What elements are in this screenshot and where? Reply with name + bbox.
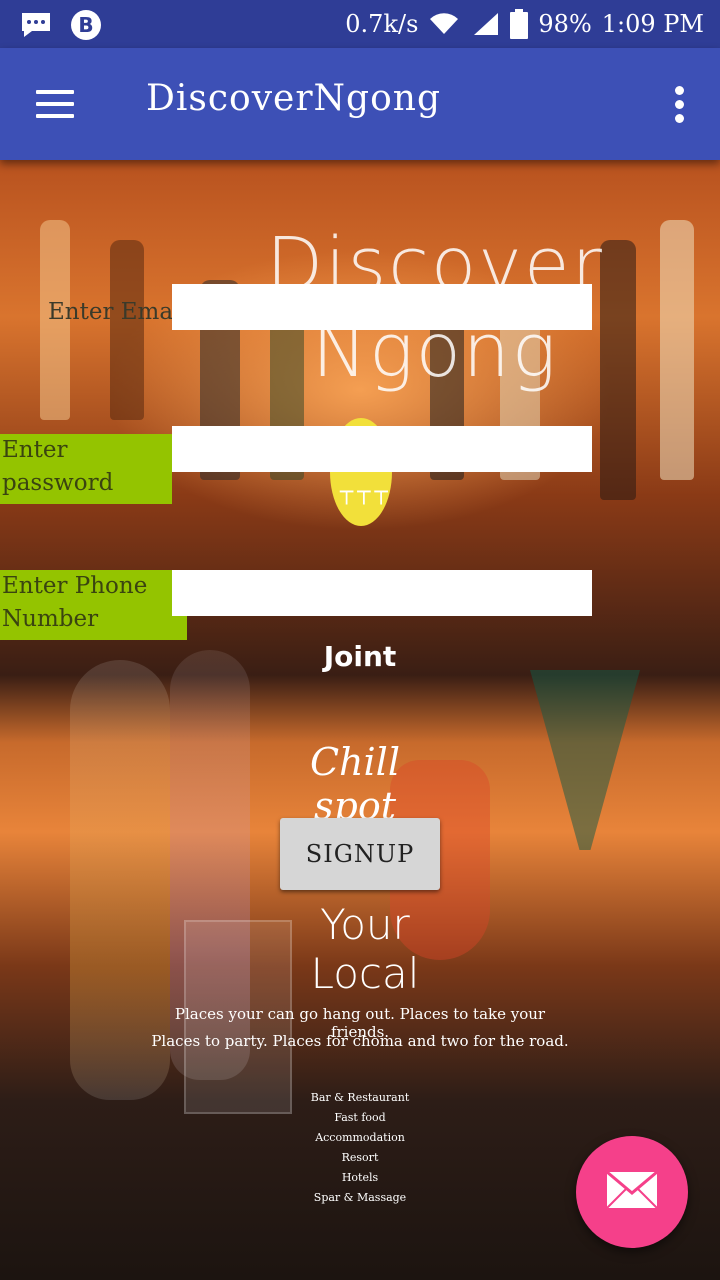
more-vert-icon[interactable]	[670, 84, 690, 124]
phone-label-line1: Enter Phone	[2, 573, 148, 599]
messages-icon	[20, 11, 52, 39]
email-icon	[606, 1170, 658, 1213]
email-fab-button[interactable]	[576, 1136, 688, 1248]
wifi-icon	[428, 12, 460, 36]
martini-glass	[530, 670, 640, 850]
email-field[interactable]	[172, 284, 592, 330]
email-label: Enter Ema	[48, 299, 174, 325]
clock: 1:09 PM	[601, 10, 704, 38]
status-bar: B 0.7k/s 98% 1:09 PM	[0, 0, 720, 48]
app-title: DiscoverNgong	[146, 78, 441, 119]
svg-text:B: B	[78, 13, 93, 37]
password-label-line1: Enter	[2, 437, 68, 463]
service-item: Hotels	[341, 1171, 379, 1184]
poster-services: Bar & Restaurant Fast food Accommodation…	[260, 1088, 460, 1208]
hamburger-menu-icon[interactable]	[36, 86, 76, 122]
service-item: Spar & Massage	[313, 1191, 407, 1204]
phone-label-line2: Number	[2, 606, 99, 632]
signup-button[interactable]: SIGNUP	[280, 818, 440, 890]
password-label: Enter password	[0, 434, 172, 504]
signal-icon	[470, 11, 500, 37]
password-field[interactable]	[172, 426, 592, 472]
service-item: Bar & Restaurant	[310, 1091, 410, 1104]
service-item: Fast food	[334, 1111, 386, 1124]
password-label-line2: password	[2, 470, 114, 496]
poster-joint-text: Joint	[323, 640, 397, 673]
phone-label: Enter Phone Number	[0, 570, 187, 640]
battery-percent: 98%	[538, 10, 592, 38]
poster-your-local-text: Your Local	[310, 900, 420, 998]
network-speed: 0.7k/s	[345, 10, 419, 38]
battery-icon	[510, 9, 529, 39]
b-app-icon: B	[70, 9, 102, 41]
shelf-bottle	[110, 240, 144, 420]
poster-chill-text: Chill spot	[309, 740, 400, 828]
service-item: Resort	[341, 1151, 379, 1164]
poster-tagline-2: Places to party. Places for choma and tw…	[151, 1032, 569, 1050]
phone-field[interactable]	[172, 570, 592, 616]
service-item: Accommodation	[315, 1131, 405, 1144]
app-bar: DiscoverNgong	[0, 48, 720, 160]
